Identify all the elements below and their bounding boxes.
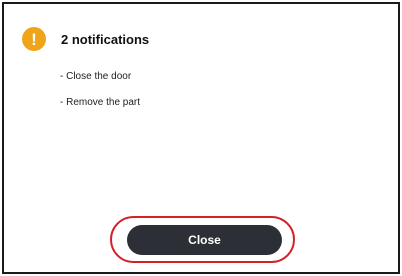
close-button[interactable]: Close xyxy=(127,225,282,255)
warning-icon-glyph: ! xyxy=(31,29,37,49)
dialog-title: 2 notifications xyxy=(61,31,150,47)
notification-list: - Close the door - Remove the part xyxy=(60,70,140,122)
notification-item: - Close the door xyxy=(60,71,132,82)
notification-dialog: ! 2 notifications - Close the door - Rem… xyxy=(2,2,400,274)
warning-icon: ! xyxy=(22,27,46,51)
dialog-header: ! 2 notifications xyxy=(22,27,149,51)
notification-item: - Remove the part xyxy=(60,97,141,108)
